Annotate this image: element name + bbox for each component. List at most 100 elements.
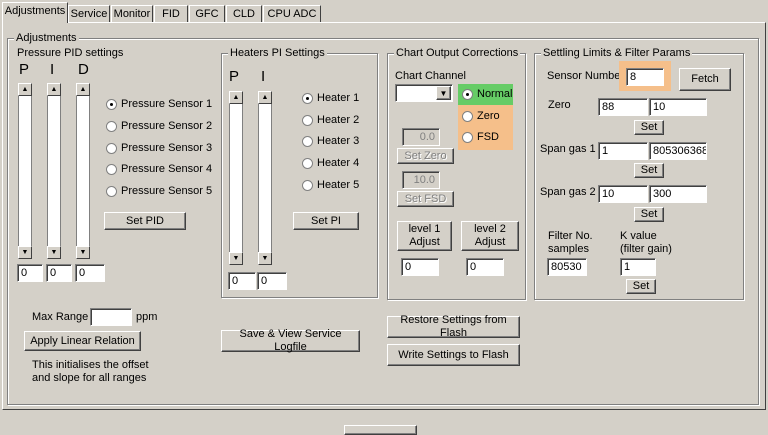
heaters-title: Heaters PI Settings [228, 47, 327, 60]
pressure-sensor-5-label: Pressure Sensor 5 [121, 185, 213, 197]
span2-a-field[interactable]: 10 [598, 185, 648, 203]
bottom-partial-button[interactable] [344, 425, 417, 435]
tab-fid[interactable]: FID [154, 5, 188, 22]
heaters-letter-p: P [229, 68, 240, 85]
tab-gfc[interactable]: GFC [189, 5, 225, 22]
set-pi-button[interactable]: Set PI [293, 212, 359, 230]
span1-b-field[interactable]: 805306368 [649, 142, 707, 160]
set-span2-button[interactable]: Set [634, 207, 664, 222]
p-slider[interactable]: ▲ ▼ [18, 83, 32, 259]
heater-2-radio[interactable] [302, 115, 313, 126]
heater-4-radio[interactable] [302, 158, 313, 169]
set-zero-limits-button[interactable]: Set [634, 120, 664, 135]
pressure-sensor-5-radio[interactable] [106, 186, 117, 197]
slider-down-icon[interactable]: ▼ [76, 246, 90, 259]
zero-value-field[interactable]: 0.0 [402, 128, 440, 146]
set-span1-button[interactable]: Set [634, 163, 664, 178]
heaters-group: Heaters PI Settings [221, 47, 378, 298]
slider-up-icon[interactable]: ▲ [229, 91, 243, 104]
settling-title: Settling Limits & Filter Params [541, 47, 693, 60]
set-filter-button[interactable]: Set [626, 279, 656, 294]
pressure-sensor-1-label: Pressure Sensor 1 [121, 98, 213, 110]
level-2-value[interactable]: 0 [466, 258, 504, 276]
level-1-adjust-button[interactable]: level 1 Adjust [397, 221, 452, 251]
max-range-label: Max Range [32, 311, 89, 323]
heater-3-label: Heater 3 [317, 135, 360, 147]
heater-5-radio[interactable] [302, 180, 313, 191]
pid-letter-p: P [19, 61, 30, 78]
fetch-button[interactable]: Fetch [679, 68, 731, 91]
pressure-sensor-3-radio[interactable] [106, 143, 117, 154]
zero-label: Zero [477, 110, 500, 122]
chart-channel-select[interactable]: ▼ [395, 84, 453, 102]
pressure-sensor-2-radio[interactable] [106, 121, 117, 132]
tab-adjustments[interactable]: Adjustments [2, 2, 68, 23]
normal-radio[interactable] [462, 89, 473, 100]
slider-down-icon[interactable]: ▼ [229, 252, 243, 265]
level-2-adjust-button[interactable]: level 2 Adjust [461, 221, 519, 251]
heater-p-value[interactable]: 0 [228, 272, 256, 290]
save-logfile-button[interactable]: Save & View Service Logfile [221, 328, 360, 353]
span2-b-field[interactable]: 300 [649, 185, 707, 203]
p-value[interactable]: 0 [17, 264, 43, 282]
level-1-value[interactable]: 0 [401, 258, 439, 276]
pid-title: Pressure PID settings [17, 47, 124, 59]
chart-title: Chart Output Corrections [394, 47, 521, 60]
span1-a-field[interactable]: 1 [598, 142, 648, 160]
fsd-value-field[interactable]: 10.0 [402, 171, 440, 189]
pressure-sensor-3-label: Pressure Sensor 3 [121, 142, 213, 154]
slider-down-icon[interactable]: ▼ [18, 246, 32, 259]
set-pid-button[interactable]: Set PID [104, 212, 186, 230]
span2-label: Span gas 2 [540, 186, 596, 198]
tab-cld[interactable]: CLD [226, 5, 262, 22]
d-slider[interactable]: ▲ ▼ [76, 83, 90, 259]
slider-down-icon[interactable]: ▼ [47, 246, 61, 259]
slider-up-icon[interactable]: ▲ [18, 83, 32, 96]
sensor-number-label: Sensor Number [547, 70, 625, 82]
pressure-sensor-4-radio[interactable] [106, 164, 117, 175]
d-value[interactable]: 0 [75, 264, 105, 282]
max-range-field[interactable] [90, 308, 132, 326]
fsd-radio[interactable] [462, 132, 473, 143]
i-value[interactable]: 0 [46, 264, 72, 282]
heater-i-value[interactable]: 0 [257, 272, 287, 290]
write-flash-button[interactable]: Write Settings to Flash [387, 344, 520, 366]
apply-linear-relation-button[interactable]: Apply Linear Relation [24, 331, 141, 351]
pid-letter-d: D [78, 61, 89, 78]
slider-up-icon[interactable]: ▲ [258, 91, 272, 104]
filter-samples-field[interactable]: 80530 [547, 258, 587, 276]
heater-4-label: Heater 4 [317, 157, 360, 169]
max-range-unit: ppm [136, 311, 158, 323]
k-value-field[interactable]: 1 [620, 258, 656, 276]
zero-a-field[interactable]: 88 [598, 98, 648, 116]
adjustments-title: Adjustments [14, 32, 79, 45]
tab-monitor[interactable]: Monitor [111, 5, 153, 22]
slider-down-icon[interactable]: ▼ [258, 252, 272, 265]
sensor-number-field[interactable]: 8 [626, 68, 664, 86]
tab-service[interactable]: Service [68, 5, 110, 22]
tab-cpu-adc[interactable]: CPU ADC [263, 5, 321, 22]
fsd-label: FSD [477, 131, 499, 143]
pressure-sensor-1-radio[interactable] [106, 99, 117, 110]
pid-letter-i: I [50, 61, 55, 78]
slider-up-icon[interactable]: ▲ [76, 83, 90, 96]
chart-channel-label: Chart Channel [395, 70, 466, 82]
set-zero-button[interactable]: Set Zero [397, 148, 454, 164]
chevron-down-icon[interactable]: ▼ [436, 86, 451, 100]
zero-b-field[interactable]: 10 [649, 98, 707, 116]
filter-label: Filter No. samples [548, 230, 593, 255]
heater-5-label: Heater 5 [317, 179, 360, 191]
heater-2-label: Heater 2 [317, 114, 360, 126]
restore-flash-button[interactable]: Restore Settings from Flash [387, 314, 520, 339]
heater-i-slider[interactable]: ▲ ▼ [258, 91, 272, 265]
zero-radio[interactable] [462, 111, 473, 122]
heater-3-radio[interactable] [302, 136, 313, 147]
i-slider[interactable]: ▲ ▼ [47, 83, 61, 259]
heater-p-slider[interactable]: ▲ ▼ [229, 91, 243, 265]
span1-label: Span gas 1 [540, 143, 596, 155]
slider-up-icon[interactable]: ▲ [47, 83, 61, 96]
set-fsd-button[interactable]: Set FSD [397, 191, 454, 207]
zero-label: Zero [548, 99, 571, 111]
heater-1-radio[interactable] [302, 93, 313, 104]
k-value-label: K value (filter gain) [620, 230, 672, 255]
